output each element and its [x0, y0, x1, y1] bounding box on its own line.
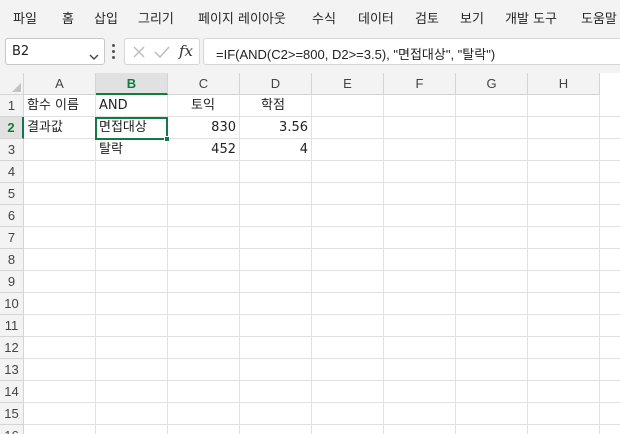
gridline: [24, 226, 620, 227]
column-header-d[interactable]: D: [240, 73, 312, 95]
row-header-6[interactable]: 6: [0, 205, 24, 227]
cell-b1[interactable]: AND: [96, 95, 168, 117]
gridline: [24, 248, 620, 249]
menu-data[interactable]: 데이터: [358, 8, 394, 27]
cell-c2[interactable]: 830: [168, 117, 240, 139]
gridline: [24, 204, 620, 205]
formula-text: =IF(AND(C2>=800, D2>=3.5), "면접대상", "탈락"): [216, 47, 496, 62]
gridline: [527, 95, 528, 434]
select-all-button[interactable]: [0, 73, 24, 95]
column-header-g[interactable]: G: [456, 73, 528, 95]
menu-insert[interactable]: 삽입: [94, 8, 118, 27]
row-header-14[interactable]: 14: [0, 381, 24, 403]
gridline: [24, 402, 620, 403]
menu-help[interactable]: 도움말: [581, 8, 617, 27]
row-header-15[interactable]: 15: [0, 403, 24, 425]
menu-draw[interactable]: 그리기: [138, 8, 174, 27]
row-header-7[interactable]: 7: [0, 227, 24, 249]
gridline: [24, 336, 620, 337]
formula-input[interactable]: =IF(AND(C2>=800, D2>=3.5), "면접대상", "탈락"): [203, 38, 620, 65]
gridline: [24, 292, 620, 293]
cancel-x-icon[interactable]: [131, 44, 147, 64]
row-header-11[interactable]: 11: [0, 315, 24, 337]
row-header-12[interactable]: 12: [0, 337, 24, 359]
gridline: [24, 358, 620, 359]
column-header-b[interactable]: B: [96, 73, 168, 95]
cell-d2[interactable]: 3.56: [240, 117, 312, 139]
enter-check-icon[interactable]: [153, 44, 171, 64]
name-box-value: B2: [12, 44, 30, 59]
menu-review[interactable]: 검토: [415, 8, 439, 27]
fill-handle[interactable]: [164, 136, 170, 142]
gridline: [24, 380, 620, 381]
gridline: [599, 95, 600, 434]
row-header-2[interactable]: 2: [0, 117, 24, 139]
cell-a1[interactable]: 함수 이름: [24, 95, 96, 117]
more-options-icon[interactable]: [112, 44, 116, 60]
spreadsheet-grid[interactable]: A B C D E F G H 1 2 3 4 5 6 7 8 9 10 11 …: [0, 73, 620, 434]
row-header-5[interactable]: 5: [0, 183, 24, 205]
row-header-16[interactable]: 16: [0, 425, 24, 434]
column-header-c[interactable]: C: [168, 73, 240, 95]
gridline: [383, 95, 384, 434]
cell-b3[interactable]: 탈락: [96, 139, 168, 161]
row-header-3[interactable]: 3: [0, 139, 24, 161]
cell-c1[interactable]: 토익: [188, 95, 240, 117]
column-header-f[interactable]: F: [384, 73, 456, 95]
row-header-10[interactable]: 10: [0, 293, 24, 315]
cell-a2[interactable]: 결과값: [24, 117, 96, 139]
gridline: [455, 95, 456, 434]
chevron-down-icon[interactable]: [89, 47, 99, 66]
formula-bar: B2 fx =IF(AND(C2>=800, D2>=3.5), "면접대상",…: [0, 32, 620, 73]
formula-controls: fx: [124, 38, 200, 65]
row-header-1[interactable]: 1: [0, 95, 24, 117]
gridline: [24, 424, 620, 425]
menu-formulas[interactable]: 수식: [312, 8, 336, 27]
gridline: [24, 270, 620, 271]
gridline: [24, 314, 620, 315]
row-header-8[interactable]: 8: [0, 249, 24, 271]
active-cell-selection: [95, 117, 168, 140]
ribbon-menu-bar: 파일 홈 삽입 그리기 페이지 레이아웃 수식 데이터 검토 보기 개발 도구 …: [0, 0, 620, 32]
row-header-4[interactable]: 4: [0, 161, 24, 183]
name-box[interactable]: B2: [5, 38, 105, 65]
column-header-a[interactable]: A: [24, 73, 96, 95]
menu-file[interactable]: 파일: [13, 8, 37, 27]
cell-d1[interactable]: 학점: [258, 95, 310, 117]
menu-developer[interactable]: 개발 도구: [505, 8, 557, 27]
menu-page-layout[interactable]: 페이지 레이아웃: [198, 8, 286, 27]
gridline: [24, 182, 620, 183]
column-header-h[interactable]: H: [528, 73, 600, 95]
row-header-9[interactable]: 9: [0, 271, 24, 293]
menu-view[interactable]: 보기: [460, 8, 484, 27]
menu-home[interactable]: 홈: [62, 8, 74, 27]
insert-function-button[interactable]: fx: [179, 42, 193, 60]
cell-d3[interactable]: 4: [240, 139, 312, 161]
cell-c3[interactable]: 452: [168, 139, 240, 161]
column-header-e[interactable]: E: [312, 73, 384, 95]
row-header-13[interactable]: 13: [0, 359, 24, 381]
